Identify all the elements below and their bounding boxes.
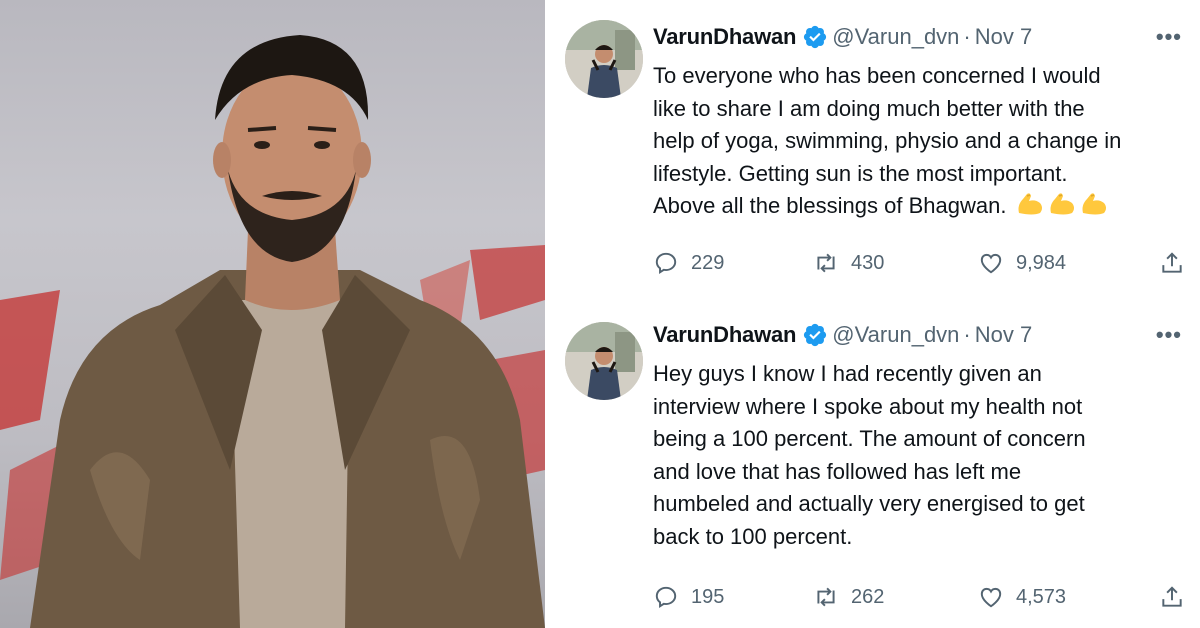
verified-badge-icon bbox=[804, 25, 827, 49]
author-name[interactable]: VarunDhawan bbox=[653, 24, 796, 50]
like-count: 9,984 bbox=[1016, 251, 1067, 274]
reply-icon bbox=[655, 252, 677, 274]
profile-photo bbox=[0, 0, 545, 628]
avatar-image bbox=[565, 20, 643, 98]
heart-icon bbox=[980, 587, 1002, 608]
avatar[interactable] bbox=[565, 20, 643, 98]
reply-icon bbox=[655, 586, 677, 608]
tweet-card[interactable]: VarunDhawan @Varun_dvn · Nov 7 ••• To every… bbox=[555, 0, 1200, 300]
like-button[interactable]: 4,573 bbox=[978, 582, 1066, 612]
tweet-actions: 229 430 9,984 bbox=[653, 248, 1193, 278]
more-options-icon[interactable]: ••• bbox=[1156, 24, 1182, 50]
share-button[interactable] bbox=[1159, 248, 1185, 278]
reply-button[interactable]: 195 bbox=[653, 582, 724, 612]
author-name[interactable]: VarunDhawan bbox=[653, 322, 796, 348]
reply-count: 229 bbox=[691, 251, 725, 274]
tweet-header: VarunDhawan @Varun_dvn · Nov 7 ••• bbox=[653, 24, 1190, 54]
flexed-biceps-icon bbox=[1082, 193, 1106, 215]
tweet-date[interactable]: Nov 7 bbox=[975, 24, 1032, 49]
tweet-text-line: interview where I spoke about my health … bbox=[653, 393, 1083, 419]
tweet-text-line: being a 100 percent. The amount of conce… bbox=[653, 426, 1086, 451]
retweet-button[interactable]: 430 bbox=[813, 248, 884, 278]
tweet-text: To everyone who has been concerned I wou… bbox=[653, 60, 1198, 223]
tweet-card[interactable]: VarunDhawan @Varun_dvn · Nov 7 ••• Hey guys… bbox=[555, 305, 1200, 628]
reply-button[interactable]: 229 bbox=[653, 248, 724, 278]
verified-badge-icon bbox=[804, 323, 827, 347]
tweet-date[interactable]: Nov 7 bbox=[975, 322, 1032, 347]
heart-icon bbox=[980, 253, 1002, 274]
tweet-text-line: humbeled and actually very energised to … bbox=[653, 491, 1085, 516]
retweet-count: 262 bbox=[851, 585, 885, 608]
tweet-text-line: and love that has followed has left me bbox=[653, 458, 1022, 484]
tweet-actions: 195 262 4,573 bbox=[653, 582, 1193, 612]
person-illustration bbox=[0, 35, 545, 628]
tweet-text-line: To everyone who has been concerned I wou… bbox=[653, 63, 1101, 88]
tweet-text-line: Hey guys I know I had recently given an bbox=[653, 361, 1042, 386]
tweet-text-line: lifestyle. Getting sun is the most impor… bbox=[653, 160, 1068, 186]
share-icon bbox=[1162, 586, 1182, 607]
tweet-text: Hey guys I know I had recently given an … bbox=[653, 358, 1198, 553]
flexed-biceps-icon bbox=[1050, 193, 1074, 215]
share-button[interactable] bbox=[1159, 582, 1185, 612]
author-handle[interactable]: @Varun_dvn bbox=[832, 322, 959, 347]
retweet-count: 430 bbox=[851, 251, 885, 274]
separator-dot: · bbox=[963, 24, 971, 49]
retweet-button[interactable]: 262 bbox=[813, 582, 884, 612]
reply-count: 195 bbox=[691, 585, 725, 608]
more-options-icon[interactable]: ••• bbox=[1156, 322, 1182, 348]
like-button[interactable]: 9,984 bbox=[978, 248, 1066, 278]
author-handle[interactable]: @Varun_dvn bbox=[832, 24, 959, 49]
tweet-text-line-last: Above all the blessings of Bhagwan. bbox=[653, 190, 1198, 223]
like-count: 4,573 bbox=[1016, 585, 1067, 608]
flexed-biceps-icon bbox=[1018, 193, 1042, 215]
retweet-icon bbox=[817, 587, 835, 607]
separator-dot: · bbox=[963, 322, 971, 347]
tweet-text-line: like to share I am doing much better wit… bbox=[653, 95, 1085, 121]
avatar-image bbox=[565, 322, 643, 400]
retweet-icon bbox=[817, 253, 835, 273]
share-icon bbox=[1162, 252, 1182, 273]
tweet-text-line: help of yoga, swimming, physio and a cha… bbox=[653, 128, 1122, 153]
avatar[interactable] bbox=[565, 322, 643, 400]
tweet-header: VarunDhawan @Varun_dvn · Nov 7 ••• bbox=[653, 322, 1190, 352]
tweet-text-fragment: Above all the blessings of Bhagwan. bbox=[653, 193, 1007, 218]
tweet-text-line: back to 100 percent. bbox=[653, 523, 853, 549]
